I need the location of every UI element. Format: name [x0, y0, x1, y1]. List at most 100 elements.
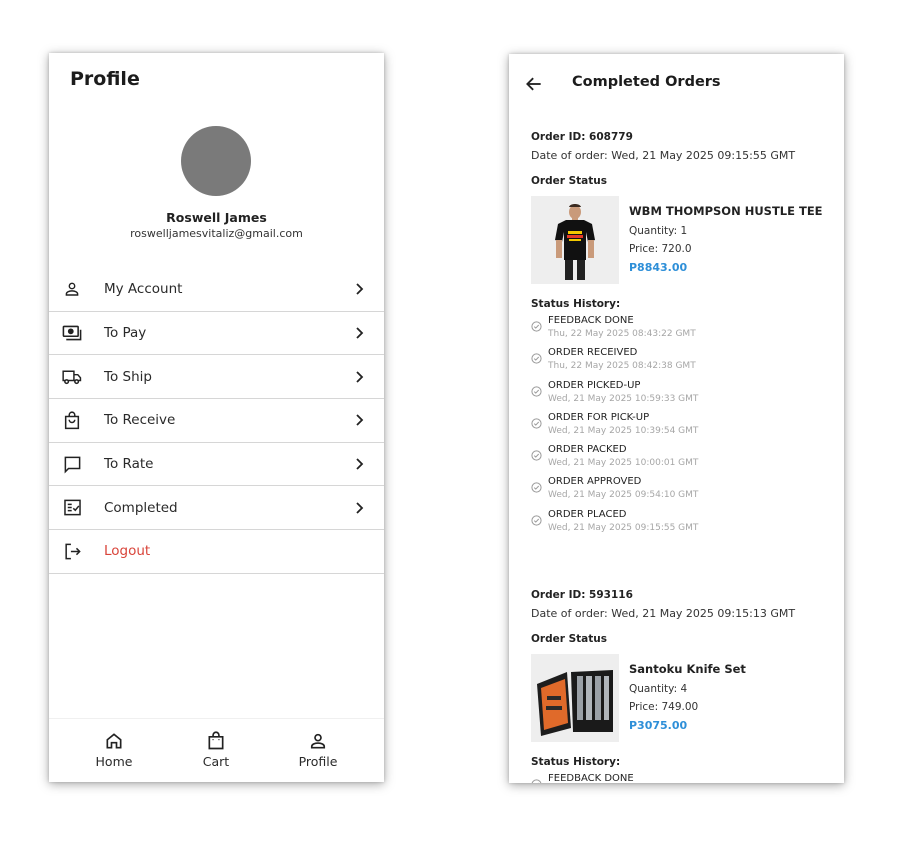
chat-bubble-icon — [62, 454, 82, 474]
order-status-label: Order Status — [531, 175, 607, 187]
product-total: P8843.00 — [629, 261, 688, 274]
avatar[interactable] — [181, 126, 251, 196]
product-name: Santoku Knife Set — [629, 662, 746, 676]
page-title: Completed Orders — [572, 74, 721, 90]
menu-item-label: My Account — [104, 281, 183, 298]
nav-home[interactable]: Home — [74, 731, 154, 769]
order-id: Order ID: 608779 — [531, 131, 633, 143]
nav-profile-label: Profile — [298, 754, 338, 769]
status-history-label: Status History: — [531, 298, 621, 310]
logout-icon — [62, 541, 82, 561]
person-icon — [310, 733, 326, 749]
home-icon — [106, 733, 122, 749]
nav-profile[interactable]: Profile — [278, 731, 358, 769]
menu-item-to-pay[interactable]: To Pay — [49, 312, 384, 356]
menu-item-to-receive[interactable]: To Receive — [49, 399, 384, 443]
menu-item-to-rate[interactable]: To Rate — [49, 443, 384, 487]
product-price: Price: 720.0 — [629, 243, 692, 255]
product-price: Price: 749.00 — [629, 701, 699, 713]
bag-icon — [208, 731, 224, 750]
chevron-right-icon — [356, 327, 364, 339]
history-time: Wed, 21 May 2025 10:00:01 GMT — [548, 458, 699, 469]
menu-item-logout[interactable]: Logout — [49, 530, 384, 574]
product-row[interactable]: Santoku Knife Set Quantity: 4 Price: 749… — [531, 654, 831, 742]
chevron-right-icon — [356, 414, 364, 427]
menu-item-to-ship[interactable]: To Ship — [49, 355, 384, 400]
menu-item-completed[interactable]: Completed — [49, 486, 384, 531]
order-card: Order ID: 608779 Date of order: Wed, 21 … — [531, 131, 831, 539]
checklist-icon — [62, 498, 82, 518]
history-item: FEEDBACK DONE — [531, 771, 831, 783]
menu-item-label: Completed — [104, 499, 178, 516]
check-circle-icon — [531, 321, 542, 332]
profile-screen: Profile Roswell James roswelljamesvitali… — [49, 53, 384, 782]
user-email: roswelljamesvitaliz@gmail.com — [130, 227, 303, 240]
status-history-label: Status History: — [531, 756, 621, 768]
check-circle-icon — [531, 779, 542, 783]
chevron-right-icon — [356, 458, 364, 470]
menu-item-label: To Rate — [104, 456, 154, 473]
check-circle-icon — [531, 482, 542, 494]
nav-home-label: Home — [95, 754, 133, 769]
menu-item-label: To Receive — [104, 412, 176, 429]
history-item: ORDER PICKED-UP Wed, 21 May 2025 10:59:3… — [531, 378, 831, 410]
product-quantity: Quantity: 4 — [629, 683, 688, 695]
money-icon — [62, 323, 82, 343]
product-row[interactable]: WBM THOMPSON HUSTLE TEE Quantity: 1 Pric… — [531, 196, 831, 284]
product-quantity: Quantity: 1 — [629, 225, 688, 237]
history-item: ORDER APPROVED Wed, 21 May 2025 09:54:10… — [531, 474, 831, 506]
chevron-right-icon — [356, 283, 364, 295]
history-item: ORDER PACKED Wed, 21 May 2025 10:00:01 G… — [531, 442, 831, 474]
history-status: ORDER FOR PICK-UP — [548, 411, 650, 423]
history-time: Wed, 21 May 2025 10:59:33 GMT — [548, 393, 699, 404]
history-status: ORDER PICKED-UP — [548, 379, 641, 391]
history-item: ORDER PLACED Wed, 21 May 2025 09:15:55 G… — [531, 507, 831, 539]
profile-menu: My Account To Pay To Ship To Receive To … — [49, 268, 384, 574]
truck-icon — [62, 367, 82, 387]
history-time: Thu, 22 May 2025 08:43:22 GMT — [548, 329, 696, 339]
product-name: WBM THOMPSON HUSTLE TEE — [629, 204, 823, 218]
product-image-tshirt — [531, 196, 619, 284]
check-circle-icon — [531, 418, 542, 429]
status-history: FEEDBACK DONE — [531, 771, 831, 783]
order-status-label: Order Status — [531, 633, 607, 645]
chevron-right-icon — [356, 502, 364, 514]
menu-item-label: To Ship — [104, 368, 152, 385]
history-status: ORDER APPROVED — [548, 476, 642, 488]
history-status: ORDER PLACED — [548, 508, 627, 520]
product-info: WBM THOMPSON HUSTLE TEE Quantity: 1 Pric… — [629, 204, 823, 274]
logout-label: Logout — [104, 543, 151, 560]
order-date: Date of order: Wed, 21 May 2025 09:15:13… — [531, 607, 796, 620]
user-name: Roswell James — [166, 210, 267, 225]
product-image-knife-set — [531, 654, 619, 742]
history-status: ORDER PACKED — [548, 444, 627, 456]
check-circle-icon — [531, 386, 542, 397]
check-circle-icon — [531, 515, 542, 526]
nav-cart-label: Cart — [202, 754, 230, 769]
back-arrow-icon[interactable] — [524, 74, 544, 94]
history-status: FEEDBACK DONE — [548, 315, 634, 326]
history-status: ORDER RECEIVED — [548, 347, 638, 359]
check-circle-icon — [531, 353, 542, 364]
history-item: FEEDBACK DONE Thu, 22 May 2025 08:43:22 … — [531, 313, 831, 345]
history-time: Wed, 21 May 2025 09:54:10 GMT — [548, 490, 699, 501]
history-time: Wed, 21 May 2025 10:39:54 GMT — [548, 425, 699, 436]
page-title: Profile — [70, 68, 140, 90]
menu-item-label: To Pay — [104, 325, 147, 342]
history-item: ORDER FOR PICK-UP Wed, 21 May 2025 10:39… — [531, 410, 831, 442]
history-status: FEEDBACK DONE — [548, 773, 634, 783]
shopping-bag-icon — [62, 410, 82, 430]
status-history: FEEDBACK DONE Thu, 22 May 2025 08:43:22 … — [531, 313, 831, 539]
completed-orders-screen: Completed Orders Order ID: 608779 Date o… — [509, 54, 844, 783]
history-item: ORDER RECEIVED Thu, 22 May 2025 08:42:38… — [531, 345, 831, 377]
chevron-right-icon — [356, 371, 364, 383]
history-time: Wed, 21 May 2025 09:15:55 GMT — [548, 522, 699, 533]
menu-item-my-account[interactable]: My Account — [49, 268, 384, 312]
order-date: Date of order: Wed, 21 May 2025 09:15:55… — [531, 149, 796, 162]
product-info: Santoku Knife Set Quantity: 4 Price: 749… — [629, 662, 746, 732]
bottom-nav: Home Cart Profile — [49, 718, 384, 782]
person-icon — [62, 279, 82, 299]
order-id: Order ID: 593116 — [531, 589, 633, 601]
product-total: P3075.00 — [629, 719, 688, 732]
nav-cart[interactable]: Cart — [176, 731, 256, 769]
